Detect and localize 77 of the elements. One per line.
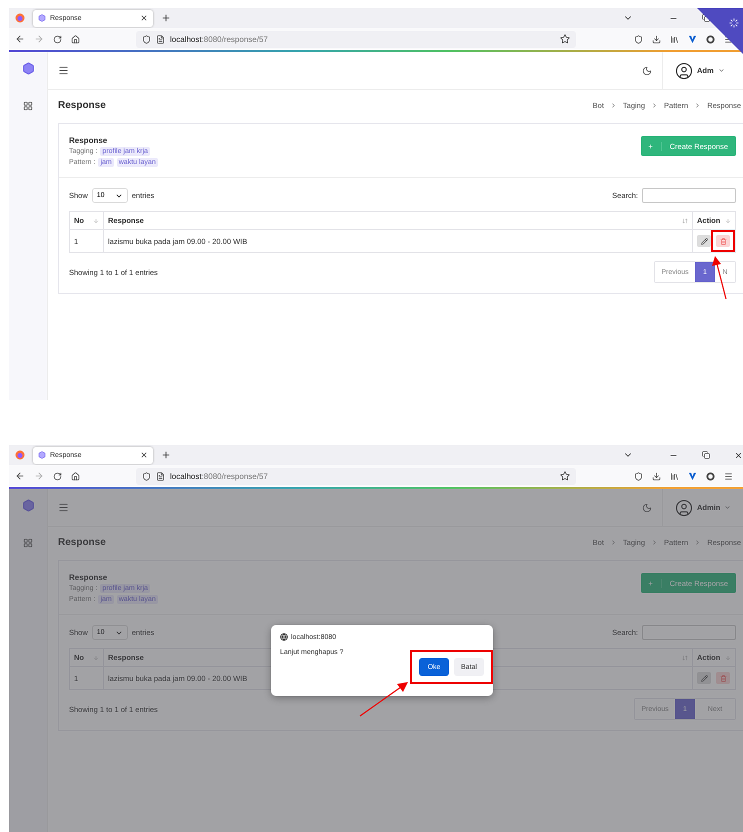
back-icon[interactable] [15,471,25,481]
chevron-right-icon [651,102,658,109]
v-logo-icon[interactable] [688,34,697,44]
library-icon[interactable] [670,34,679,44]
delete-button[interactable] [716,235,730,247]
pocket-icon[interactable] [634,472,643,480]
shield-icon [142,34,151,44]
sort-icon [725,654,731,660]
star-icon[interactable] [560,471,570,481]
edit-button[interactable] [697,672,711,684]
v-logo-icon[interactable] [688,472,697,480]
card-title: Response [69,573,108,582]
page-icon [156,472,165,480]
search-field[interactable] [642,188,736,203]
firefox-icon [15,450,25,460]
address-bar[interactable]: localhost:8080/response/57 [136,468,576,484]
url-text: localhost:8080/response/57 [170,472,268,480]
new-tab-icon[interactable] [161,450,171,460]
dashboard-icon[interactable] [23,538,33,548]
trash-icon [720,674,726,682]
menu-icon[interactable] [58,65,69,76]
chevron-right-icon [610,539,617,546]
sort-icon [93,218,99,224]
caret-icon [724,504,732,511]
close-icon[interactable] [140,451,148,459]
home-icon[interactable] [71,472,80,480]
menu-icon[interactable] [724,472,733,480]
star-icon[interactable] [560,34,570,44]
ring-icon[interactable] [706,472,715,480]
pencil-icon [700,674,708,682]
reload-icon[interactable] [53,472,62,480]
shield-icon [142,472,151,480]
new-tab-icon[interactable] [161,13,171,23]
caret-icon [718,67,725,74]
close-icon[interactable] [734,450,743,460]
sort-icon [93,654,99,660]
logo-icon [22,499,34,512]
chevron-right-icon [651,539,658,546]
chevron-right-icon [610,102,617,109]
hexagon-icon [38,14,46,22]
sort-icon [682,654,688,660]
page-title: Response [58,537,106,548]
pencil-icon [700,238,708,244]
reload-icon[interactable] [53,34,62,44]
moon-icon[interactable] [642,502,652,512]
annotation-arrow [359,681,409,717]
spinner-icon [729,18,739,28]
card-title: Response [69,136,108,145]
page-icon [156,34,165,44]
avatar-icon [675,498,693,516]
download-icon[interactable] [652,472,661,480]
ring-icon[interactable] [706,34,715,44]
close-icon[interactable] [140,14,148,22]
dashboard-icon[interactable] [23,101,33,111]
hexagon-icon [38,451,46,459]
trash-icon [720,238,726,244]
firefox-icon [15,13,25,23]
globe-icon [280,633,288,641]
logo-icon [22,62,34,75]
edit-button[interactable] [697,235,711,247]
download-icon[interactable] [652,34,661,44]
back-icon[interactable] [15,34,25,44]
annotation-arrow [711,256,729,300]
chevron-right-icon [694,539,702,546]
avatar-icon [675,62,693,80]
sort-icon [725,218,731,224]
pocket-icon[interactable] [634,34,643,44]
restore-icon[interactable] [702,451,710,459]
library-icon[interactable] [670,472,679,480]
search-field[interactable] [642,625,736,640]
page-title: Response [58,100,106,111]
moon-icon[interactable] [642,66,652,76]
address-bar[interactable]: localhost:8080/response/57 [136,30,576,48]
url-text: localhost:8080/response/57 [170,34,268,44]
sort-icon [682,218,688,224]
home-icon[interactable] [71,34,80,44]
chevron-right-icon [694,102,702,109]
